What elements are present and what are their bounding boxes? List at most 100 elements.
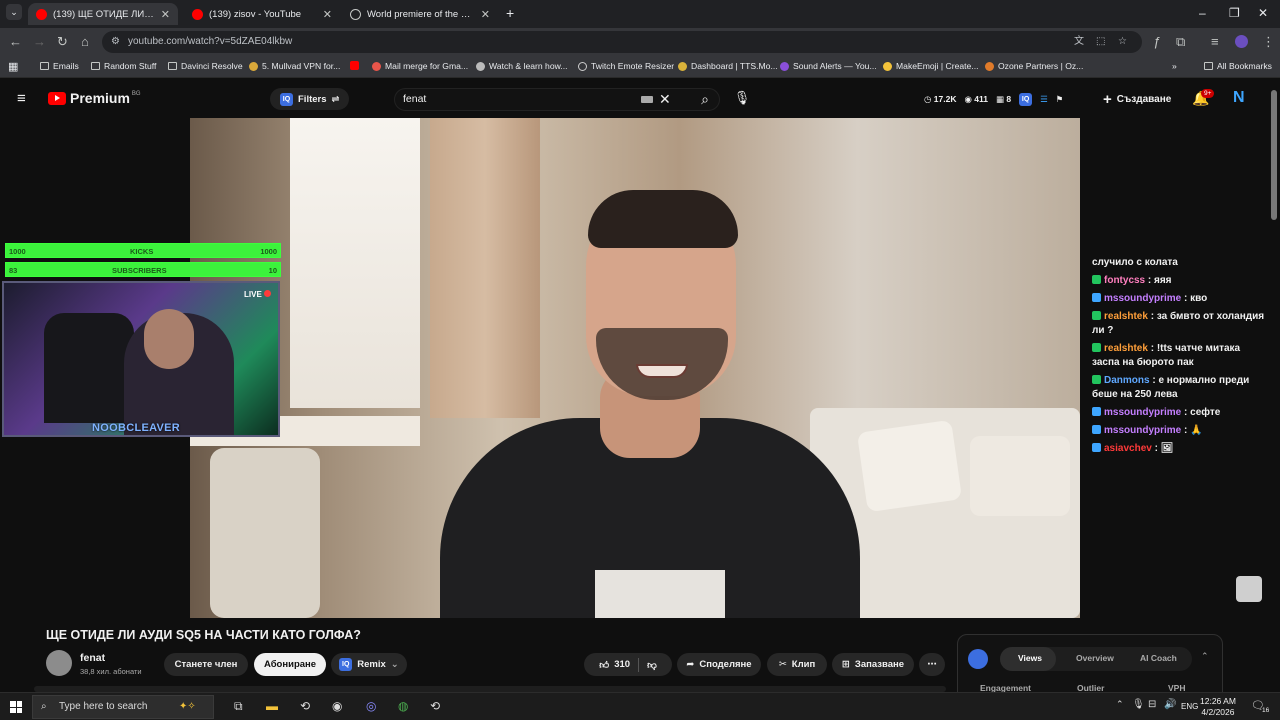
close-tab-icon[interactable]: ✕ xyxy=(481,8,490,21)
task-view-icon[interactable]: ⧉ xyxy=(234,699,243,714)
chrome-icon[interactable]: ◍ xyxy=(398,699,408,713)
browser-tab-2[interactable]: (139) zisov - YouTube ✕ xyxy=(184,3,340,25)
discord-icon[interactable]: ◎ xyxy=(366,699,376,713)
close-tab-icon[interactable]: ✕ xyxy=(323,8,332,21)
site-info-icon[interactable]: ⚙ xyxy=(111,31,120,53)
forward-icon[interactable]: → xyxy=(33,34,46,49)
channel-name[interactable]: fenat xyxy=(80,652,105,664)
folder-icon xyxy=(168,62,177,70)
filters-button[interactable]: IQ Filters ⇌ xyxy=(270,88,350,110)
browser-tab-3[interactable]: World premiere of the new GLS ✕ xyxy=(342,3,498,25)
chat-text: 🙏 xyxy=(1190,425,1203,436)
minimize-icon[interactable]: – xyxy=(1199,6,1206,20)
reload-icon[interactable]: ↻ xyxy=(57,34,68,50)
bookmark-watch-learn[interactable]: Watch & learn how... xyxy=(476,61,568,71)
bookmark-youtube[interactable] xyxy=(350,61,359,70)
bookmark-tts[interactable]: Dashboard | TTS.Mo... xyxy=(678,61,778,71)
page-scrollbar[interactable] xyxy=(1271,90,1277,220)
file-explorer-icon[interactable]: ▬ xyxy=(266,699,278,713)
like-button[interactable]: 👍︎ 310 xyxy=(599,659,630,671)
microphone-icon[interactable]: 🎙 xyxy=(733,90,751,108)
function-icon[interactable]: ƒ xyxy=(1153,34,1160,49)
chat-username[interactable]: Danmons xyxy=(1104,375,1150,386)
more-actions-button[interactable]: ⋯ xyxy=(919,653,945,676)
tab-search-chevron[interactable]: ⌄ xyxy=(6,4,22,20)
close-window-icon[interactable]: ✕ xyxy=(1258,6,1268,20)
extensions-icon[interactable]: ⧉ xyxy=(1176,34,1185,50)
bookmark-mullvad[interactable]: 5. Mullvad VPN for... xyxy=(249,61,340,71)
tray-mic-icon[interactable]: 🎙 xyxy=(1132,699,1145,710)
search-input[interactable]: fenat ✕ ⌕ xyxy=(394,88,720,111)
create-button[interactable]: + Създаване xyxy=(1103,91,1171,108)
bookmark-random-stuff[interactable]: Random Stuff xyxy=(91,61,156,71)
keyboard-icon[interactable] xyxy=(641,96,653,103)
taskbar-search-input[interactable]: ⌕ Type here to search ✦✧ xyxy=(32,695,214,719)
home-icon[interactable]: ⌂ xyxy=(81,34,89,49)
apps-grid-icon[interactable]: ▦ xyxy=(8,60,18,73)
close-tab-icon[interactable]: ✕ xyxy=(161,8,170,21)
obs-icon[interactable]: ◉ xyxy=(332,699,342,713)
back-icon[interactable]: ← xyxy=(9,34,22,49)
chat-username[interactable]: mssoundyprime xyxy=(1104,407,1181,418)
extension-badge-icon[interactable]: IQ xyxy=(1019,93,1033,106)
app-icon[interactable]: ⟲ xyxy=(300,699,310,713)
dislike-button[interactable]: 👎︎ xyxy=(647,659,657,671)
clip-button[interactable]: ✂ Клип xyxy=(767,653,827,676)
tab-ai-coach[interactable]: AI Coach xyxy=(1140,653,1177,663)
video-pillow xyxy=(970,436,1070,516)
search-icon[interactable]: ⌕ xyxy=(701,89,709,110)
menu-kebab-icon[interactable]: ⋮ xyxy=(1262,34,1275,50)
remix-button[interactable]: IQ Remix ⌄ xyxy=(331,653,407,676)
clear-search-icon[interactable]: ✕ xyxy=(659,89,671,110)
share-button[interactable]: ➦ Споделяне xyxy=(677,653,761,676)
bookmark-emails[interactable]: Emails xyxy=(40,61,79,71)
chat-username[interactable]: fontycss xyxy=(1104,275,1145,286)
bookmark-sound-alerts[interactable]: Sound Alerts — You... xyxy=(780,61,877,71)
chat-username[interactable]: realshtek xyxy=(1104,311,1148,322)
join-button[interactable]: Станете член xyxy=(164,653,248,676)
address-bar[interactable]: ⚙ youtube.com/watch?v=5dZAE04lkbw 文 ⬚ ☆ xyxy=(102,31,1142,53)
chat-username[interactable]: asiavchev xyxy=(1104,443,1152,454)
new-tab-button[interactable]: + xyxy=(506,5,514,21)
bookmark-mail-merge[interactable]: Mail merge for Gma... xyxy=(372,61,468,71)
channel-avatar[interactable] xyxy=(46,650,72,676)
translate-icon[interactable]: 文 xyxy=(1074,31,1084,53)
bookmark-davinci[interactable]: Davinci Resolve xyxy=(168,61,243,71)
extension-badge-icon: IQ xyxy=(280,92,293,106)
tts-icon xyxy=(678,61,687,71)
windows-start-icon[interactable] xyxy=(10,701,22,713)
account-avatar[interactable]: N xyxy=(1233,89,1245,107)
chat-badge-icon xyxy=(1092,375,1101,384)
install-icon[interactable]: ⬚ xyxy=(1096,31,1105,53)
media-icon[interactable]: ≡ xyxy=(1211,34,1219,49)
subscribe-button[interactable]: Абониране xyxy=(254,653,326,676)
video-player[interactable] xyxy=(190,118,1080,618)
list-icon[interactable]: ☰ xyxy=(1040,94,1048,105)
chat-username[interactable]: mssoundyprime xyxy=(1104,425,1181,436)
chat-username[interactable]: realshtek xyxy=(1104,343,1148,354)
tray-chevron-icon[interactable]: ⌃ xyxy=(1116,699,1124,710)
youtube-premium-logo[interactable]: Premium BG xyxy=(48,90,141,106)
taskbar-clock[interactable]: 12:26 AM 4/2/2026 xyxy=(1200,696,1236,718)
bookmark-star-icon[interactable]: ☆ xyxy=(1118,31,1127,53)
profile-avatar[interactable] xyxy=(1235,35,1248,48)
save-button[interactable]: ⊞ Запазване xyxy=(832,653,914,676)
mail-merge-icon xyxy=(372,61,381,71)
tab-overview[interactable]: Overview xyxy=(1076,653,1114,663)
language-indicator[interactable]: ENG xyxy=(1181,702,1198,711)
browser-tab-active[interactable]: (139) ЩЕ ОТИДЕ ЛИ АУДИ SQ5 ✕ xyxy=(28,3,178,25)
tab-views[interactable]: Views xyxy=(1018,653,1042,663)
bookmark-ozone[interactable]: Ozone Partners | Oz... xyxy=(985,61,1083,71)
restore-icon[interactable]: ❐ xyxy=(1229,6,1240,20)
hamburger-menu-icon[interactable]: ≡ xyxy=(17,90,26,107)
bookmarks-overflow-icon[interactable]: » xyxy=(1172,61,1177,71)
badge-icon[interactable]: ⚑ xyxy=(1056,94,1064,105)
collapse-chevron-icon[interactable]: ⌃ xyxy=(1201,651,1209,662)
chat-username[interactable]: mssoundyprime xyxy=(1104,293,1181,304)
app-icon-2[interactable]: ⟲ xyxy=(430,699,440,713)
all-bookmarks[interactable]: All Bookmarks xyxy=(1204,61,1272,71)
bookmark-twitch-emote[interactable]: Twitch Emote Resizer xyxy=(578,61,674,71)
tray-network-icon[interactable]: ⊟ xyxy=(1148,699,1156,710)
bookmark-makeemoji[interactable]: MakeEmoji | Create... xyxy=(883,61,978,71)
tray-speaker-icon[interactable]: 🔊 xyxy=(1164,699,1176,710)
